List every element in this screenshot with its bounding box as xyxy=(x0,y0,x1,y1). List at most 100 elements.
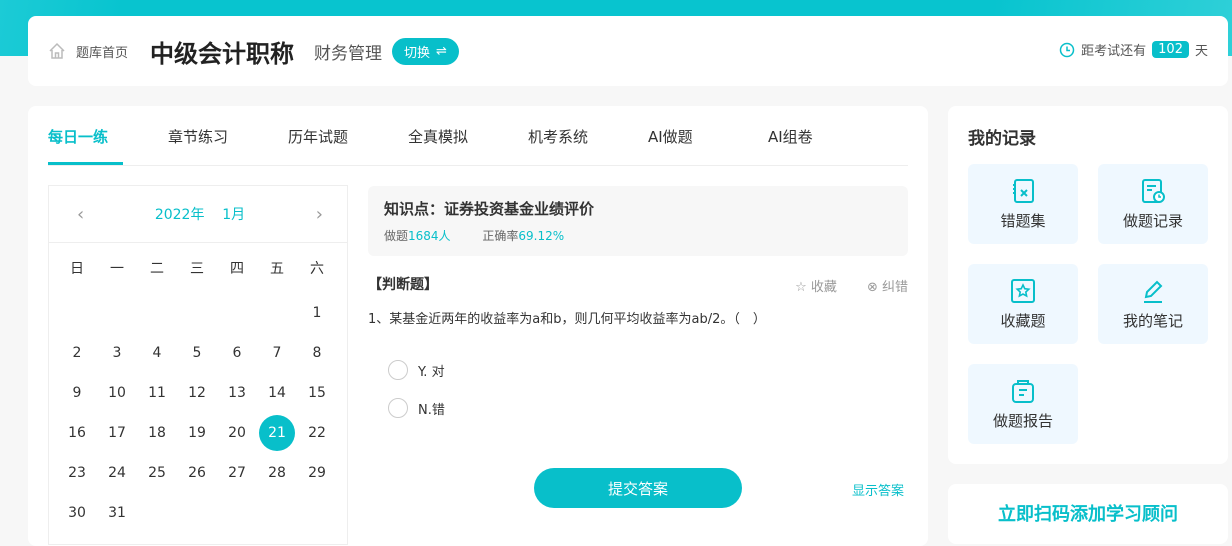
my-records-panel: 我的记录 错题集 做题记录 收藏题 我的笔记 做题报告 xyxy=(948,106,1228,464)
report-icon xyxy=(1012,379,1034,403)
days-badge: 102 xyxy=(1152,41,1189,58)
calendar-day[interactable]: 24 xyxy=(97,453,137,493)
star-box-icon xyxy=(1011,278,1035,303)
calendar-day[interactable]: 28 xyxy=(257,453,297,493)
weekday-header: 二 xyxy=(150,261,164,277)
home-link[interactable]: 题库首页 xyxy=(48,42,128,61)
show-answer-link[interactable]: 显示答案 xyxy=(852,480,904,499)
calendar-title: 2022年 1月 xyxy=(155,204,245,224)
tab-ai-paper[interactable]: AI组卷 xyxy=(768,124,888,165)
weekday-header: 五 xyxy=(270,261,284,277)
weekday-header: 三 xyxy=(190,261,204,277)
calendar-day[interactable]: 30 xyxy=(57,493,97,533)
calendar-day[interactable]: 5 xyxy=(177,333,217,373)
notebook-x-icon xyxy=(1013,178,1034,203)
calendar-day[interactable]: 20 xyxy=(217,413,257,453)
calendar-day[interactable]: 17 xyxy=(97,413,137,453)
history-icon xyxy=(1142,178,1165,203)
favorites-tile[interactable]: 收藏题 xyxy=(968,264,1078,344)
report-label: 纠错 xyxy=(881,280,908,295)
calendar-day[interactable]: 9 xyxy=(57,373,97,413)
calendar-day[interactable]: 15 xyxy=(297,373,337,413)
tile-label: 收藏题 xyxy=(1000,311,1046,330)
report-error-button[interactable]: ⊗ 纠错 xyxy=(867,276,908,295)
practice-history-tile[interactable]: 做题记录 xyxy=(1098,164,1208,244)
calendar-day[interactable]: 18 xyxy=(137,413,177,453)
calendar-day[interactable]: 14 xyxy=(257,373,297,413)
tile-label: 错题集 xyxy=(1000,211,1046,230)
calendar-day[interactable]: 11 xyxy=(137,373,177,413)
option-yes[interactable]: Y. 对 xyxy=(388,360,445,380)
countdown-label: 距考试还有 xyxy=(1081,44,1147,59)
rate-label: 正确率 xyxy=(482,229,519,243)
close-circle-icon: ⊗ xyxy=(866,280,878,295)
weekday-header: 四 xyxy=(230,261,244,277)
clock-icon xyxy=(1059,42,1075,57)
weekday-header: 日 xyxy=(70,261,84,277)
calendar-day[interactable]: 22 xyxy=(297,413,337,453)
favorite-button[interactable]: ☆ 收藏 xyxy=(795,276,837,295)
option-label: Y. 对 xyxy=(418,364,445,380)
tab-ai-practice[interactable]: AI做题 xyxy=(648,124,768,165)
calendar-day[interactable]: 16 xyxy=(57,413,97,453)
practice-report-tile[interactable]: 做题报告 xyxy=(968,364,1078,444)
tab-computer-exam[interactable]: 机考系统 xyxy=(528,124,648,165)
my-notes-tile[interactable]: 我的笔记 xyxy=(1098,264,1208,344)
exam-countdown: 距考试还有 102 天 xyxy=(1059,40,1208,59)
calendar-day[interactable]: 26 xyxy=(177,453,217,493)
switch-label: 切换 xyxy=(404,45,431,61)
calendar-day[interactable]: 4 xyxy=(137,333,177,373)
tile-label: 做题记录 xyxy=(1122,211,1183,230)
calendar-day[interactable]: 2 xyxy=(57,333,97,373)
calendar-day[interactable]: 10 xyxy=(97,373,137,413)
done-count: 1684人 xyxy=(408,229,451,243)
calendar-day-selected[interactable]: 21 xyxy=(257,413,297,453)
promo-panel: 立即扫码添加学习顾问 xyxy=(948,484,1228,544)
submit-answer-button[interactable]: 提交答案 xyxy=(534,468,742,508)
pencil-icon xyxy=(1144,280,1163,303)
calendar-day[interactable]: 12 xyxy=(177,373,217,413)
swap-icon: ⇌ xyxy=(436,43,447,59)
calendar-day[interactable]: 19 xyxy=(177,413,217,453)
calendar-day[interactable]: 31 xyxy=(97,493,137,533)
knowledge-point: 知识点：证券投资基金业绩评价 做题1684人 正确率69.12% xyxy=(368,186,908,256)
calendar-day[interactable]: 3 xyxy=(97,333,137,373)
tab-mock[interactable]: 全真模拟 xyxy=(408,124,528,165)
empty-day xyxy=(57,293,97,333)
done-label: 做题 xyxy=(384,229,409,243)
calendar-month: 1月 xyxy=(222,207,246,223)
correct-rate: 69.12% xyxy=(518,229,565,243)
practice-panel: 每日一练 章节练习 历年试题 全真模拟 机考系统 AI做题 AI组卷 ‹ 202… xyxy=(28,106,928,546)
calendar-day[interactable]: 25 xyxy=(137,453,177,493)
next-month-icon[interactable]: › xyxy=(316,204,323,225)
switch-subject-button[interactable]: 切换 ⇌ xyxy=(392,37,459,65)
calendar-day[interactable]: 8 xyxy=(297,333,337,373)
wrong-questions-tile[interactable]: 错题集 xyxy=(968,164,1078,244)
favorite-label: 收藏 xyxy=(810,280,837,295)
tab-bar: 每日一练 章节练习 历年试题 全真模拟 机考系统 AI做题 AI组卷 xyxy=(48,124,908,166)
knowledge-title: 知识点：证券投资基金业绩评价 xyxy=(384,200,595,218)
calendar-day[interactable]: 29 xyxy=(297,453,337,493)
empty-day xyxy=(137,293,177,333)
header-bar: 题库首页 中级会计职称 财务管理 切换 ⇌ 距考试还有 102 天 xyxy=(28,16,1228,86)
home-label: 题库首页 xyxy=(76,45,129,61)
tile-label: 我的笔记 xyxy=(1122,311,1183,330)
calendar-day[interactable]: 27 xyxy=(217,453,257,493)
calendar-day[interactable]: 23 xyxy=(57,453,97,493)
tab-daily[interactable]: 每日一练 xyxy=(48,124,168,165)
empty-day xyxy=(217,293,257,333)
calendar-day[interactable]: 6 xyxy=(217,333,257,373)
calendar-day[interactable]: 7 xyxy=(257,333,297,373)
radio[interactable] xyxy=(388,360,408,380)
tab-chapter[interactable]: 章节练习 xyxy=(168,124,288,165)
question: 【判断题】 ☆ 收藏 ⊗ 纠错 1、某基金近两年的收益率为a和b，则几何平均收益… xyxy=(368,274,908,327)
calendar-day[interactable]: 13 xyxy=(217,373,257,413)
subject-name: 财务管理 xyxy=(314,43,383,64)
option-no[interactable]: N.错 xyxy=(388,398,445,418)
home-icon xyxy=(49,42,65,59)
calendar-day[interactable]: 1 xyxy=(297,293,337,333)
radio[interactable] xyxy=(388,398,408,418)
weekday-header: 六 xyxy=(310,261,324,277)
tab-past-exams[interactable]: 历年试题 xyxy=(288,124,408,165)
prev-month-icon[interactable]: ‹ xyxy=(77,204,84,225)
